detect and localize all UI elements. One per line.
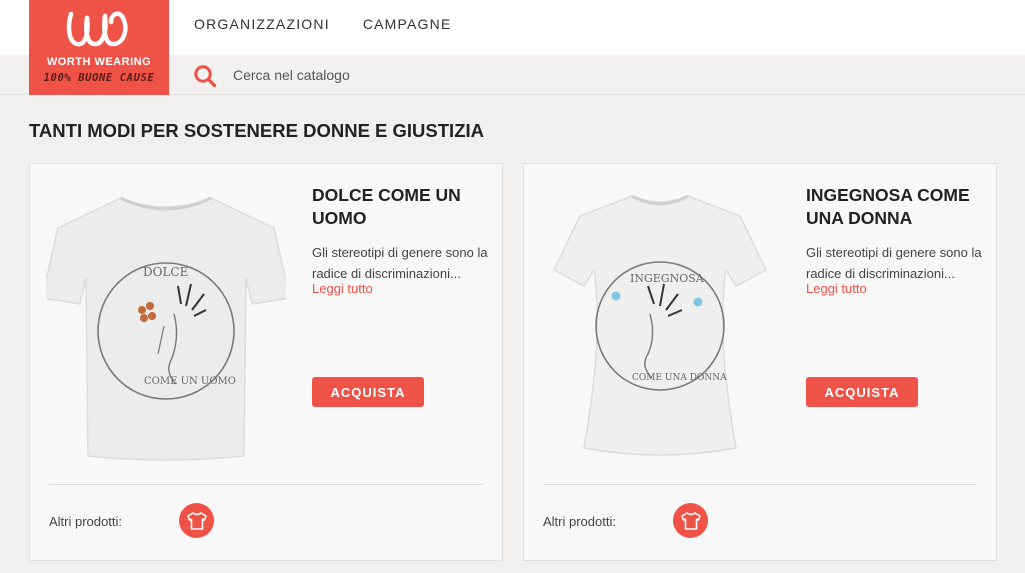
page-title: TANTI MODI PER SOSTENERE DONNE E GIUSTIZ… [29, 120, 484, 141]
nav-item-organizzazioni[interactable]: ORGANIZZAZIONI [194, 16, 330, 32]
product-card: DOLCE COME UN UOMO DOLCE COME UN UOMO Gl… [29, 163, 503, 561]
card-divider [49, 484, 483, 485]
main-nav: ORGANIZZAZIONI CAMPAGNE [194, 16, 452, 32]
product-card: INGEGNOSA COME UNA DONNA INGEGNOSA COME … [523, 163, 997, 561]
print-text-come-un-uomo: COME UN UOMO [144, 376, 236, 387]
product-image-tshirt[interactable]: DOLCE COME UN UOMO [46, 186, 286, 466]
product-description: Gli stereotipi di genere sono la radice … [312, 245, 488, 281]
other-products-label: Altri prodotti: [543, 514, 616, 529]
tshirt-icon [186, 511, 207, 530]
buy-button[interactable]: ACQUISTA [806, 377, 918, 407]
brand-tagline: 100% BUONE CAUSE [43, 72, 155, 84]
other-product-tshirt-button[interactable] [673, 503, 708, 538]
product-title[interactable]: INGEGNOSA COME UNA DONNA [806, 184, 976, 230]
other-product-tshirt-button[interactable] [179, 503, 214, 538]
search-input[interactable] [226, 62, 646, 88]
print-text-ingegnosa: INGEGNOSA [630, 272, 705, 285]
print-text-dolce: DOLCE [143, 265, 188, 279]
search-icon[interactable] [193, 64, 217, 88]
read-more-link[interactable]: Leggi tutto [312, 281, 373, 296]
read-more-link[interactable]: Leggi tutto [806, 281, 867, 296]
logo-loops-icon [66, 11, 128, 47]
product-image-tshirt[interactable]: INGEGNOSA COME UNA DONNA [540, 186, 780, 466]
other-products-label: Altri prodotti: [49, 514, 122, 529]
buy-button[interactable]: ACQUISTA [312, 377, 424, 407]
print-text-come-una-donna: COME UNA DONNA [632, 373, 727, 383]
nav-item-campagne[interactable]: CAMPAGNE [363, 16, 452, 32]
brand-logo[interactable]: WORTH WEARING 100% BUONE CAUSE [29, 0, 169, 95]
card-divider [543, 484, 977, 485]
product-description: Gli stereotipi di genere sono la radice … [806, 245, 982, 281]
product-title[interactable]: DOLCE COME UN UOMO [312, 184, 482, 230]
brand-name: WORTH WEARING [46, 56, 152, 68]
tshirt-icon [680, 511, 701, 530]
